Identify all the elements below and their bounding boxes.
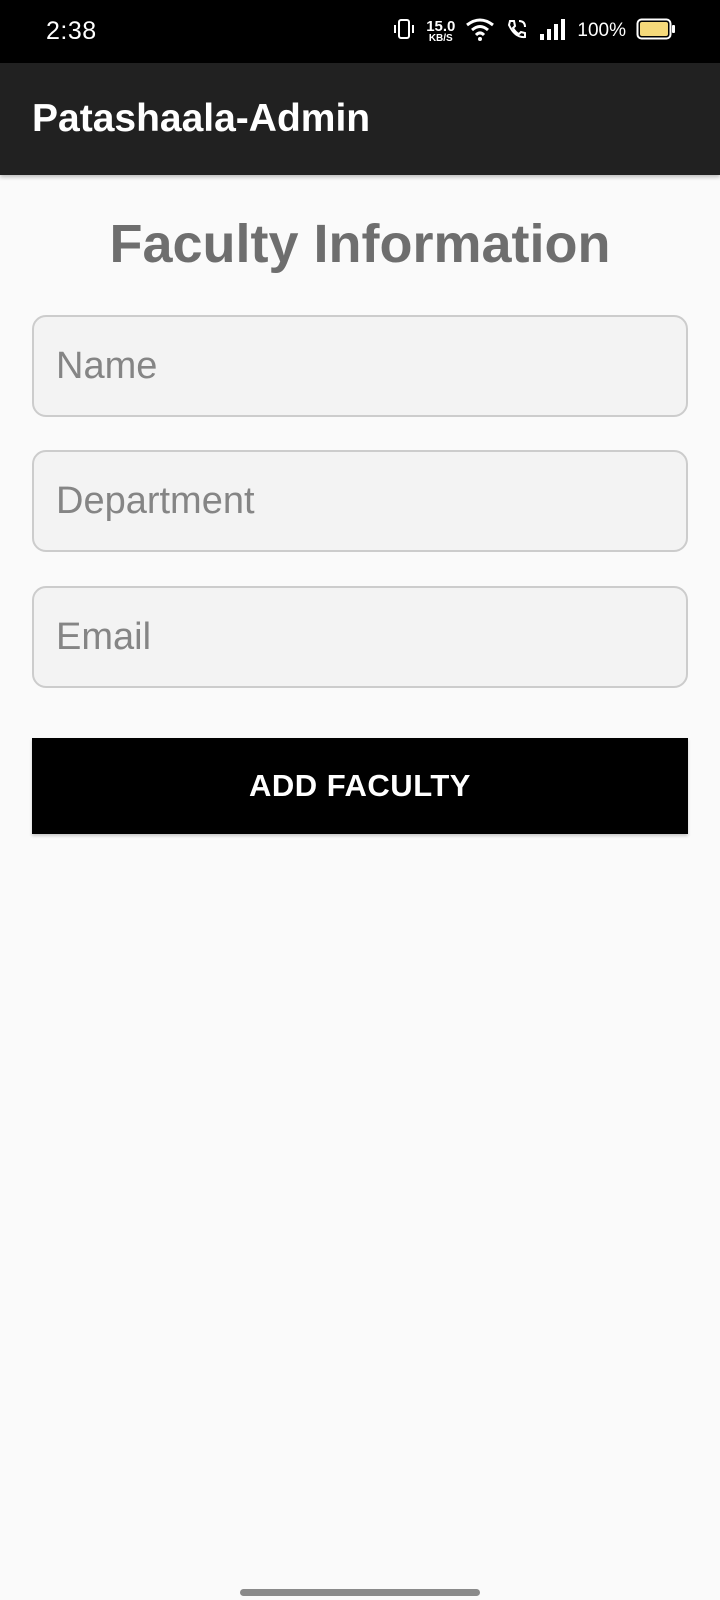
battery-icon (636, 17, 676, 46)
net-speed: 15.0 KB/S (426, 19, 455, 44)
status-icons: 15.0 KB/S 100% (392, 14, 676, 48)
page-title: Faculty Information (109, 214, 611, 274)
vibrate-icon (392, 17, 416, 46)
department-input[interactable] (32, 450, 688, 552)
wifi-calling-icon (505, 17, 529, 46)
net-speed-unit: KB/S (428, 32, 453, 44)
app-title: Patashaala-Admin (32, 97, 371, 140)
net-speed-value: 15.0 (426, 17, 456, 35)
wifi-icon (465, 17, 495, 46)
signal-icon (539, 17, 567, 46)
add-faculty-button[interactable]: ADD FACULTY (32, 738, 688, 834)
home-indicator[interactable] (240, 1589, 480, 1596)
email-input[interactable] (32, 586, 688, 688)
status-time: 2:38 (46, 17, 97, 45)
battery-percent: 100% (577, 20, 626, 41)
app-bar: Patashaala-Admin (0, 63, 720, 175)
status-bar: 2:38 15.0 KB/S 100% (0, 0, 720, 63)
name-input[interactable] (32, 315, 688, 417)
